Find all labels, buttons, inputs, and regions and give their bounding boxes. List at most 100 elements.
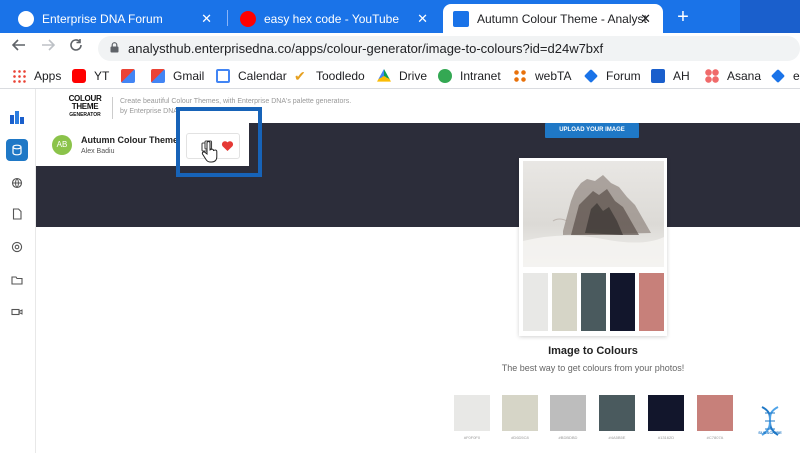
tab-strip: Enterprise DNA Forum ✕ easy hex code - Y… [0,0,800,33]
bookmark-label: eD [793,69,800,83]
analyst-hub-favicon-icon [453,10,469,27]
tab-autumn-colour-theme[interactable]: Autumn Colour Theme - Analyst ✕ [443,4,663,33]
colour-generator-app: COLOUR THEME GENERATOR Create beautiful … [0,89,800,453]
logo-line: GENERATOR [69,112,101,118]
analyst-hub-icon [651,69,665,83]
tab-title: Enterprise DNA Forum [42,11,163,26]
tab-separator [227,10,228,26]
logo-divider [112,97,113,119]
back-button[interactable] [9,38,29,58]
video-camera-icon [11,308,23,316]
project-author: Alex Badiu [81,148,115,155]
bookmark-gmail[interactable]: Gmail [151,67,204,85]
gmail-icon [151,69,165,83]
bookmark-calendar[interactable]: Calendar [216,67,287,85]
bookmark-yt[interactable]: YT [72,67,109,85]
tagline-byline: by Enterprise DNA [120,108,178,115]
gmail-icon [121,69,135,83]
close-tab-icon[interactable]: ✕ [417,11,428,27]
document-icon [12,208,22,220]
bookmark-webta[interactable]: webTA [513,67,571,85]
palette-swatch-3[interactable] [550,395,586,431]
forward-button[interactable] [38,38,58,58]
app-tagline: Create beautiful Colour Themes, with Ent… [120,97,420,117]
bookmark-gmail-icon-only[interactable] [121,67,143,85]
close-tab-icon[interactable]: ✕ [640,11,651,27]
window-controls-area [740,0,800,33]
bookmark-ah[interactable]: AH [651,67,690,85]
tab-enterprise-dna-forum[interactable]: Enterprise DNA Forum ✕ [8,4,224,33]
sidebar-item-at[interactable] [6,236,28,258]
swatch-3[interactable] [581,273,606,331]
apps-grid-icon [12,69,26,83]
image-palette-card [519,158,667,336]
forum-icon [584,69,598,83]
bookmark-label: Toodledo [316,69,365,83]
swatch-2[interactable] [552,273,577,331]
palette-swatch-5[interactable] [648,395,684,431]
bookmark-drive[interactable]: Drive [377,67,427,85]
url-text: analysthub.enterprisedna.co/apps/colour-… [128,41,604,56]
palette-swatch-6[interactable] [697,395,733,431]
swatch-4[interactable] [610,273,635,331]
left-sidebar [0,89,36,453]
drive-icon [377,69,391,82]
page-heading: Image to Colours [548,345,638,357]
bookmark-label: Asana [727,69,762,83]
back-arrow-icon [11,39,25,51]
bookmark-intranet[interactable]: Intranet [438,67,501,85]
bookmark-label: Forum [606,69,641,83]
palette-swatch-4[interactable] [599,395,635,431]
sidebar-item-video[interactable] [6,301,28,323]
upload-your-image-button[interactable]: UPLOAD YOUR IMAGE [545,123,639,138]
forum-favicon-icon [18,10,34,27]
palette-hex-3: #BDBDBD [558,435,578,440]
hero-banner: AB Autumn Colour Theme Alex Badiu UPLOAD… [36,123,800,227]
swatch-1[interactable] [523,273,548,331]
address-bar[interactable]: analysthub.enterprisedna.co/apps/colour-… [98,36,800,61]
tab-youtube[interactable]: easy hex code - YouTube ✕ [230,4,440,33]
palette-hex-5: #13162D [657,435,675,440]
bookmark-forum[interactable]: Forum [584,67,641,85]
palette-swatch-2[interactable] [502,395,538,431]
bookmarks-bar: Apps YT Gmail Calendar ✔ Toodledo Drive … [0,63,800,89]
subscribe-label: SUBSCRIBE [758,430,782,435]
bookmark-label: webTA [535,69,572,83]
palette-hex-1: #F0F0F0 [463,435,481,440]
youtube-icon [72,69,86,83]
reload-icon [70,39,82,51]
browser-toolbar: analysthub.enterprisedna.co/apps/colour-… [0,33,800,63]
app-header: COLOUR THEME GENERATOR Create beautiful … [36,89,800,123]
palette-hex-6: #C7807A [706,435,724,440]
bookmark-toodledo[interactable]: ✔ Toodledo [294,67,365,85]
bookmark-label: Calendar [238,69,287,83]
intranet-icon [438,69,452,83]
bookmark-label: Intranet [460,69,501,83]
extracted-swatches [523,273,664,331]
highlight-box [176,107,262,177]
bookmark-asana[interactable]: Asana [705,67,761,85]
close-tab-icon[interactable]: ✕ [201,11,212,27]
bookmark-label: Drive [399,69,428,83]
avatar: AB [52,135,72,155]
swatch-5[interactable] [639,273,664,331]
youtube-favicon-icon [240,10,256,27]
reload-button[interactable] [66,38,86,58]
calendar-icon [216,69,230,83]
misty-forest-photo [523,161,664,267]
palette-swatch-1[interactable] [454,395,490,431]
analyst-hub-logo-icon[interactable] [5,105,29,129]
tab-title: easy hex code - YouTube [264,11,399,26]
new-tab-button[interactable]: + [672,6,694,28]
folder-icon [11,276,23,285]
bookmark-ed[interactable]: eD [771,67,800,85]
bookmark-apps[interactable]: Apps [12,67,61,85]
sidebar-item-globe[interactable] [6,172,28,194]
bookmark-label: Gmail [173,69,205,83]
globe-icon [11,177,23,189]
sidebar-item-folder[interactable] [6,269,28,291]
bookmark-label: Apps [34,69,62,83]
tagline-text: Create beautiful Colour Themes, with Ent… [120,98,352,105]
sidebar-item-database[interactable] [6,139,28,161]
sidebar-item-document[interactable] [6,203,28,225]
